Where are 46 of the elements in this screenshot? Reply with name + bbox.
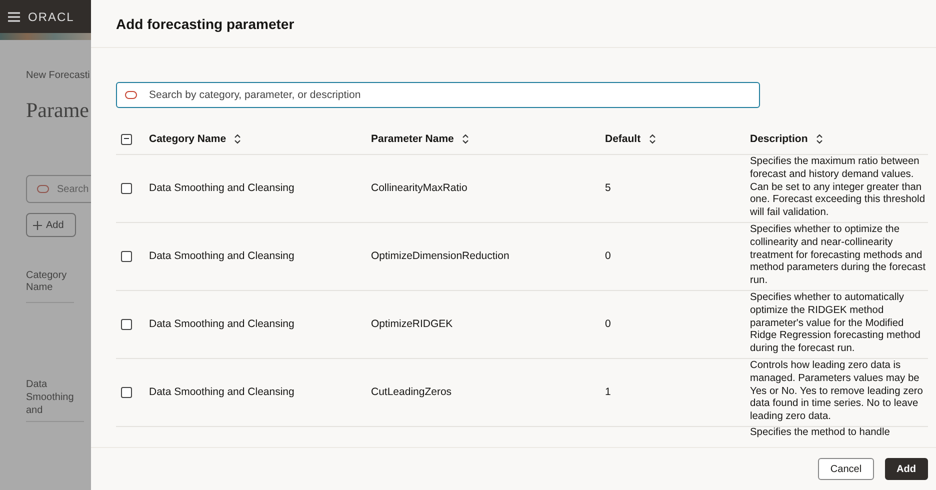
table-cell: Data Smoothing and Cleansing	[149, 250, 294, 262]
column-header[interactable]: Default	[605, 133, 641, 145]
dialog-title: Add forecasting parameter	[116, 16, 294, 32]
row-checkbox[interactable]	[121, 182, 132, 194]
row-checkbox[interactable]	[121, 386, 132, 398]
column-header[interactable]: Category Name	[149, 133, 226, 145]
plus-icon	[33, 220, 42, 230]
table-cell: CutLeadingZeros	[371, 386, 452, 398]
table-cell-text: Specifies whether to optimize the collinearity and near-collinearity treatment for forecasting methods and method parameters during the forecast run.	[750, 224, 927, 288]
table-cell: 1	[605, 386, 611, 398]
table-cell: Data Smoothing and Cleansing	[149, 318, 294, 330]
row-checkbox[interactable]	[121, 250, 132, 262]
sort-icon[interactable]	[816, 134, 823, 144]
search-input[interactable]: Search by category, parameter, or description	[147, 88, 759, 102]
sort-icon[interactable]	[234, 134, 242, 144]
table-cell: Data Smoothing and Cleansing	[149, 182, 294, 194]
table-cell: OptimizeDimensionReduction	[371, 250, 510, 262]
column-header[interactable]: Parameter Name	[371, 133, 454, 145]
menu-icon[interactable]	[8, 12, 20, 22]
table-cell-text: Specifies the maximum ratio between forecast and history demand values. Can be set to any integer greater than one. Forecast exceeding this threshold will fail validation.	[750, 156, 926, 220]
search-icon	[125, 91, 137, 99]
table-cell-text: Specifies the method to handle	[750, 426, 891, 440]
table-cell-text: Specifies whether to automatically optimize the RIDGEK method parameter's value for the Modified Ridge Regression forecasting method during the forecast run.	[750, 292, 922, 356]
column-header[interactable]: Description	[750, 133, 808, 145]
search-field[interactable]: Search by category, parameter, or description	[116, 82, 760, 108]
cancel-button[interactable]: Cancel	[818, 458, 874, 480]
search-placeholder: Search	[57, 184, 89, 194]
page-heading: Parame	[26, 98, 90, 123]
row-checkbox[interactable]	[121, 318, 132, 330]
select-all-checkbox[interactable]	[121, 134, 132, 144]
logo-text: ORACL	[28, 10, 74, 24]
table-cell: 0	[605, 250, 611, 262]
add-button[interactable]: Add	[26, 213, 76, 237]
column-header: Category Name	[26, 270, 67, 293]
breadcrumb: New Forecasti	[26, 70, 91, 81]
table-cell: CollinearityMaxRatio	[371, 182, 468, 194]
add-button[interactable]: Add	[884, 458, 928, 480]
sort-icon[interactable]	[462, 134, 469, 144]
table-cell: Data Smoothing and	[26, 379, 74, 416]
sort-icon[interactable]	[648, 134, 656, 144]
search-icon	[37, 185, 49, 193]
table-cell: OptimizeRIDGEK	[371, 318, 453, 330]
table-cell-text: Controls how leading zero data is managed. Parameters values may be Yes or No. Yes to remove leading zero data found in time series. No to leave leading zero data.	[750, 360, 924, 424]
table-cell: 5	[605, 182, 611, 194]
table-cell: 0	[605, 318, 611, 330]
table-cell: Data Smoothing and Cleansing	[149, 386, 294, 398]
